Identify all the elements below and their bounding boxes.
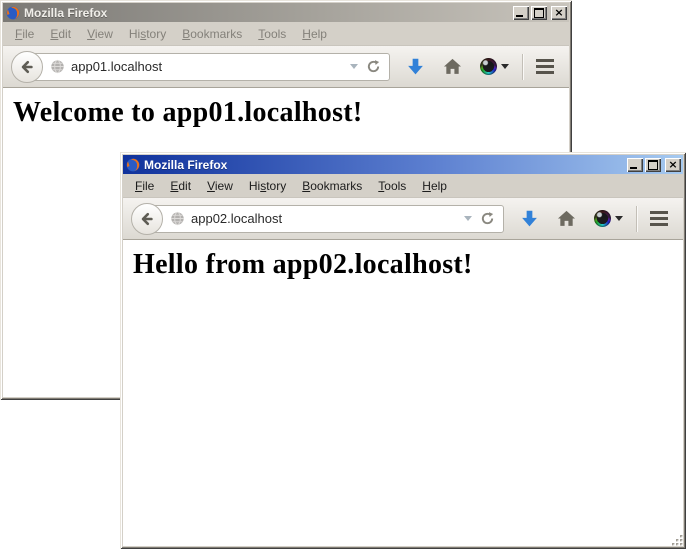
maximize-button[interactable] (531, 6, 547, 20)
firefox-window-app02[interactable]: Mozilla Firefox FileEditViewHistoryBookm… (120, 152, 686, 549)
hamburger-menu-button[interactable] (650, 211, 668, 226)
titlebar[interactable]: Mozilla Firefox (123, 155, 683, 174)
window-title: Mozilla Firefox (24, 6, 509, 20)
menu-item-bookmarks[interactable]: Bookmarks (294, 176, 370, 196)
hamburger-icon (650, 211, 668, 226)
color-wheel-icon (594, 210, 611, 227)
maximize-button[interactable] (645, 158, 661, 172)
toolbar-separator (636, 206, 637, 232)
close-button[interactable] (551, 6, 567, 20)
back-button[interactable] (131, 203, 163, 235)
minimize-button[interactable] (513, 6, 529, 20)
colorwheel-button[interactable] (480, 58, 509, 75)
url-text[interactable]: app02.localhost (191, 211, 458, 226)
menu-item-tools[interactable]: Tools (250, 24, 294, 44)
url-bar[interactable]: app01.localhost (26, 53, 390, 81)
menu-item-tools[interactable]: Tools (370, 176, 414, 196)
firefox-icon (126, 158, 140, 172)
hamburger-icon (536, 59, 554, 74)
menu-item-edit[interactable]: Edit (42, 24, 79, 44)
navigation-toolbar: app02.localhost (123, 198, 683, 240)
menu-item-bookmarks[interactable]: Bookmarks (174, 24, 250, 44)
minimize-icon (516, 15, 523, 17)
titlebar[interactable]: Mozilla Firefox (3, 3, 569, 22)
menu-item-history[interactable]: History (241, 176, 294, 196)
page-content: Hello from app02.localhost! (123, 240, 683, 546)
color-wheel-icon (480, 58, 497, 75)
menu-item-history[interactable]: History (121, 24, 174, 44)
reload-icon[interactable] (480, 211, 495, 226)
toolbar-separator (522, 54, 523, 80)
close-icon (665, 158, 681, 172)
colorwheel-button[interactable] (594, 210, 623, 227)
back-button[interactable] (11, 51, 43, 83)
navigation-toolbar: app01.localhost (3, 46, 569, 88)
minimize-button[interactable] (627, 158, 643, 172)
menu-item-file[interactable]: File (7, 24, 42, 44)
firefox-icon (6, 6, 20, 20)
url-bar[interactable]: app02.localhost (146, 205, 504, 233)
menu-item-help[interactable]: Help (414, 176, 455, 196)
page-heading: Hello from app02.localhost! (133, 249, 683, 281)
close-button[interactable] (665, 158, 681, 172)
back-arrow-icon (19, 59, 35, 75)
menu-item-file[interactable]: File (127, 176, 162, 196)
resize-grip[interactable] (670, 533, 684, 547)
menu-bar: FileEditViewHistoryBookmarksToolsHelp (123, 174, 683, 198)
menu-item-edit[interactable]: Edit (162, 176, 199, 196)
minimize-icon (630, 167, 637, 169)
home-icon[interactable] (443, 57, 462, 76)
back-arrow-icon (139, 211, 155, 227)
page-heading: Welcome to app01.localhost! (13, 97, 569, 129)
menu-bar: FileEditViewHistoryBookmarksToolsHelp (3, 22, 569, 46)
urlbar-dropdown-icon[interactable] (350, 64, 358, 69)
download-icon[interactable] (406, 57, 425, 76)
home-icon[interactable] (557, 209, 576, 228)
window-title: Mozilla Firefox (144, 158, 623, 172)
maximize-icon (534, 8, 544, 18)
globe-icon (170, 211, 185, 226)
colorwheel-dropdown-icon (501, 64, 509, 69)
globe-icon (50, 59, 65, 74)
urlbar-dropdown-icon[interactable] (464, 216, 472, 221)
menu-item-view[interactable]: View (79, 24, 121, 44)
url-text[interactable]: app01.localhost (71, 59, 344, 74)
maximize-icon (648, 160, 658, 170)
menu-item-help[interactable]: Help (294, 24, 335, 44)
reload-icon[interactable] (366, 59, 381, 74)
hamburger-menu-button[interactable] (536, 59, 554, 74)
download-icon[interactable] (520, 209, 539, 228)
colorwheel-dropdown-icon (615, 216, 623, 221)
menu-item-view[interactable]: View (199, 176, 241, 196)
close-icon (551, 6, 567, 20)
